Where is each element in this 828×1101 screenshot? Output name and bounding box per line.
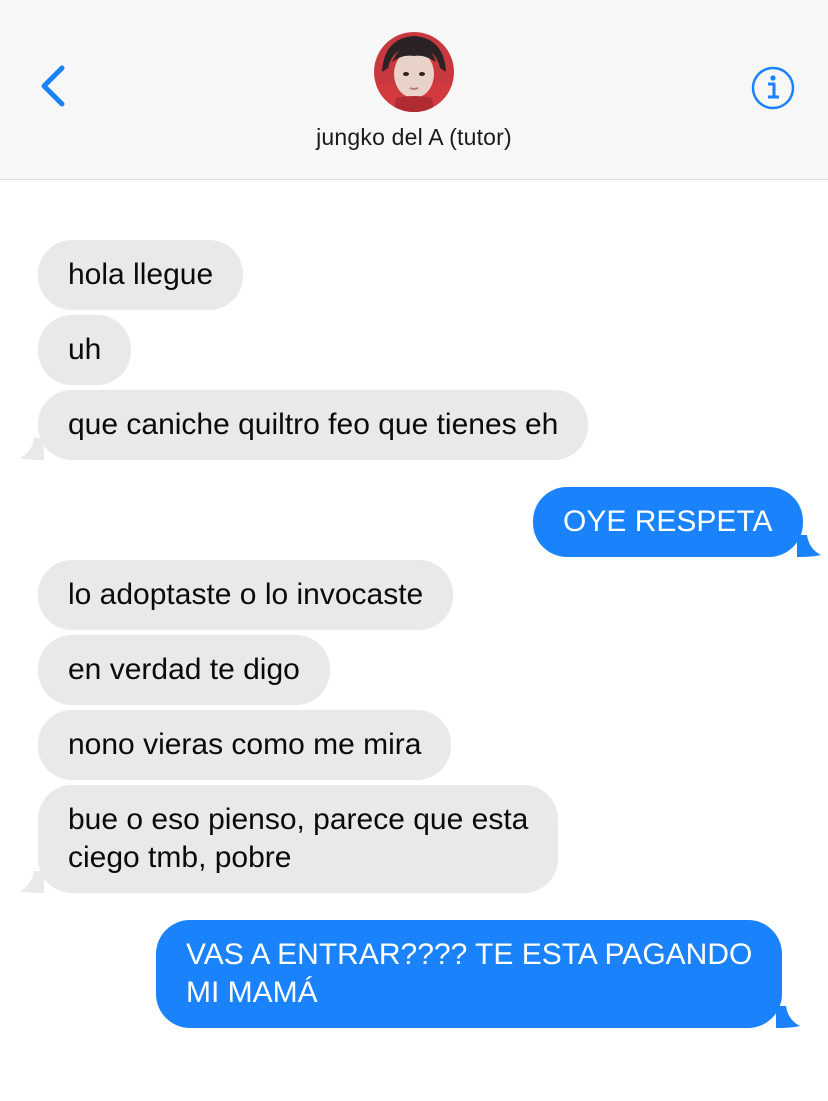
message-text-line: ciego tmb, pobre: [68, 841, 292, 874]
conversation-header: jungko del A (tutor): [0, 0, 828, 180]
bubble-tail: [20, 438, 44, 460]
incoming-message[interactable]: que caniche quiltro feo que tienes eh: [20, 390, 589, 460]
incoming-message[interactable]: lo adoptaste o lo invocaste: [38, 560, 454, 630]
message-text: uh: [68, 333, 102, 366]
message-text-line: VAS A ENTRAR???? TE ESTA PAGANDO: [186, 938, 753, 971]
outgoing-message[interactable]: VAS A ENTRAR???? TE ESTA PAGANDO MI MAMÁ: [156, 920, 801, 1028]
chevron-left-icon: [41, 65, 65, 107]
incoming-message[interactable]: hola llegue: [38, 240, 244, 310]
bubble-tail: [20, 871, 44, 893]
message-text-line: MI MAMÁ: [186, 976, 318, 1009]
info-icon: [751, 66, 795, 110]
contact-name[interactable]: jungko del A (tutor): [0, 124, 828, 151]
contact-avatar[interactable]: [374, 32, 454, 112]
incoming-message[interactable]: bue o eso pienso, parece que esta ciego …: [20, 785, 559, 893]
bubble-tail: [776, 1006, 801, 1028]
message-text: en verdad te digo: [68, 653, 300, 686]
avatar-photo: [374, 32, 454, 112]
message-text: hola llegue: [68, 258, 214, 291]
message-text: que caniche quiltro feo que tienes eh: [68, 408, 559, 441]
incoming-message[interactable]: nono vieras como me mira: [38, 710, 452, 780]
incoming-message[interactable]: uh: [38, 315, 132, 385]
message-text-line: bue o eso pienso, parece que esta: [68, 803, 529, 836]
back-button[interactable]: [30, 60, 78, 112]
message-text: OYE RESPETA: [563, 505, 773, 538]
info-button[interactable]: [750, 65, 796, 111]
incoming-message[interactable]: en verdad te digo: [38, 635, 330, 705]
message-thread[interactable]: hola llegue uh que caniche quiltro feo q…: [0, 181, 828, 1101]
bubble-tail: [796, 535, 821, 557]
outgoing-message[interactable]: OYE RESPETA: [533, 487, 821, 557]
message-text: nono vieras como me mira: [68, 728, 422, 761]
message-text: lo adoptaste o lo invocaste: [68, 578, 424, 611]
